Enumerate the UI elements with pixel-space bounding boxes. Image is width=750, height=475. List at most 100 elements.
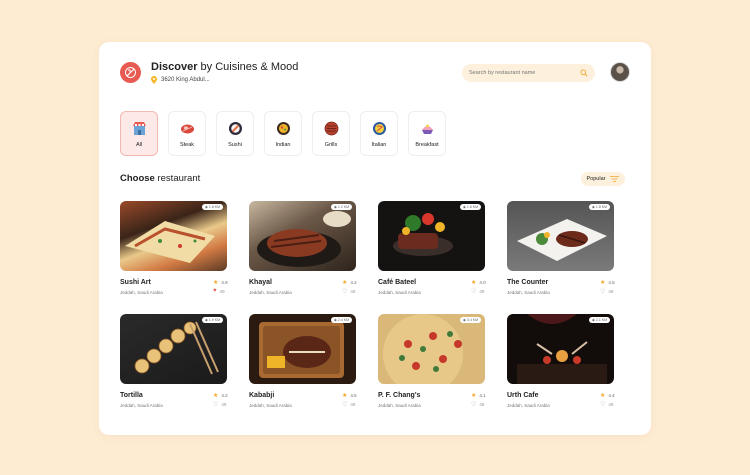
category-label: Breakfast	[415, 142, 439, 148]
restaurant-photo[interactable]: ◉ 1.8 KM	[120, 201, 227, 271]
restaurant-photo[interactable]: ◉ 1.8 KM	[507, 201, 614, 271]
search-icon[interactable]	[580, 69, 588, 77]
favorite-button[interactable]: ♡ 49	[342, 288, 356, 295]
pin-icon: ◉	[591, 205, 595, 209]
restaurant-address: Jeddah, Saudi Arabia	[507, 403, 550, 408]
breakfast-icon	[420, 121, 435, 136]
location-selector[interactable]: 3620 King Abdul...	[151, 76, 210, 84]
restaurant-card-the-counter[interactable]: ◉ 1.8 KM The Counter Jeddah, Saudi Arabia…	[507, 201, 615, 295]
category-all[interactable]: All	[120, 111, 158, 156]
location-text: 3620 King Abdul...	[161, 77, 210, 83]
distance-badge: ◉ 2.1 KM	[588, 317, 610, 323]
pin-icon: ◉	[204, 205, 208, 209]
restaurant-card-khayal[interactable]: ◉ 1.2 KM Khayal Jeddah, Saudi Arabia ★ 4.2…	[249, 201, 357, 295]
rating: ★ 4.4	[600, 393, 615, 399]
favorite-button[interactable]: ♥ 49	[213, 288, 227, 294]
rating: ★ 4.5	[600, 280, 615, 286]
restaurant-photo[interactable]: ◉ 1.9 KM	[120, 314, 227, 384]
heart-outline-icon: ♡	[213, 402, 219, 408]
sort-label: Popular	[586, 176, 606, 182]
restaurant-name: The Counter	[507, 279, 549, 286]
restaurant-card-tortilla[interactable]: ◉ 1.9 KM Tortilla Jeddah, Saudi Arabia ★ 4…	[120, 314, 228, 408]
category-breakfast[interactable]: Breakfast	[408, 111, 446, 156]
heart-outline-icon: ♡	[471, 289, 477, 295]
restaurant-grid: ◉ 1.8 KM Sushi Art Jeddah, Saudi Arabia ★…	[120, 201, 615, 408]
heart-outline-icon: ♡	[471, 402, 477, 408]
restaurant-card-pf-changs[interactable]: ◉ 3.4 KM P. F. Chang's Jeddah, Saudi Arab…	[378, 314, 486, 408]
heart-icon: ♥	[213, 288, 217, 294]
star-icon: ★	[342, 280, 348, 286]
category-italian[interactable]: Italian	[360, 111, 398, 156]
search-input[interactable]	[469, 70, 569, 76]
restaurant-card-urth-cafe[interactable]: ◉ 2.1 KM Urth Cafe Jeddah, Saudi Arabia ★…	[507, 314, 615, 408]
category-sushi[interactable]: Sushi	[216, 111, 254, 156]
distance-badge: ◉ 1.2 KM	[330, 204, 352, 210]
rating: ★ 4.0	[471, 280, 486, 286]
heart-outline-icon: ♡	[600, 289, 606, 295]
star-icon: ★	[600, 280, 606, 286]
restaurant-photo[interactable]: ◉ 1.6 KM	[378, 201, 485, 271]
star-icon: ★	[600, 393, 606, 399]
pin-icon: ◉	[591, 318, 595, 322]
restaurant-photo[interactable]: ◉ 3.4 KM	[378, 314, 485, 384]
distance-badge: ◉ 1.8 KM	[588, 204, 610, 210]
category-indian[interactable]: Indian	[264, 111, 302, 156]
rating: ★ 4.9	[213, 280, 228, 286]
restaurant-photo[interactable]: ◉ 2.1 KM	[507, 314, 614, 384]
restaurant-name: Tortilla	[120, 392, 143, 399]
category-label: Grills	[324, 142, 338, 148]
heart-outline-icon: ♡	[600, 402, 606, 408]
rating: ★ 4.5	[342, 393, 357, 399]
avatar[interactable]	[610, 62, 630, 82]
restaurant-card-sushi-art[interactable]: ◉ 1.8 KM Sushi Art Jeddah, Saudi Arabia ★…	[120, 201, 228, 295]
rating: ★ 4.1	[471, 393, 486, 399]
restaurant-photo[interactable]: ◉ 1.2 KM	[249, 201, 356, 271]
pin-icon: ◉	[333, 318, 337, 322]
main-card: Discover by Cuisines & Mood 3620 King Ab…	[99, 42, 651, 435]
store-icon	[132, 121, 147, 136]
search-bar[interactable]	[462, 64, 595, 82]
category-label: Sushi	[228, 142, 242, 148]
restaurant-name: Khayal	[249, 279, 272, 286]
restaurant-address: Jeddah, Saudi Arabia	[120, 290, 163, 295]
indian-icon	[276, 121, 291, 136]
restaurant-card-cafe-bateel[interactable]: ◉ 1.6 KM Café Bateel Jeddah, Saudi Arabia…	[378, 201, 486, 295]
pin-icon: ◉	[462, 318, 466, 322]
restaurant-address: Jeddah, Saudi Arabia	[378, 290, 421, 295]
favorite-button[interactable]: ♡ 49	[600, 288, 614, 295]
category-label: All	[135, 142, 143, 148]
category-label: Steak	[179, 142, 195, 148]
restaurant-card-kababji[interactable]: ◉ 2.4 KM Kababji Jeddah, Saudi Arabia ★ 4.…	[249, 314, 357, 408]
distance-badge: ◉ 1.9 KM	[201, 317, 223, 323]
favorite-button[interactable]: ♡ 49	[471, 288, 485, 295]
category-label: Indian	[275, 142, 291, 148]
favorite-button[interactable]: ♡ 49	[471, 401, 485, 408]
rating: ★ 4.2	[342, 280, 357, 286]
star-icon: ★	[471, 280, 477, 286]
restaurant-address: Jeddah, Saudi Arabia	[249, 403, 292, 408]
category-list: All Steak Sushi Indian Grills Italian Br…	[120, 111, 446, 156]
restaurant-photo[interactable]: ◉ 2.4 KM	[249, 314, 356, 384]
restaurant-name: P. F. Chang's	[378, 392, 421, 399]
favorite-button[interactable]: ♡ 49	[342, 401, 356, 408]
restaurant-name: Sushi Art	[120, 279, 151, 286]
app-logo-icon[interactable]	[120, 62, 141, 83]
star-icon: ★	[342, 393, 348, 399]
star-icon: ★	[213, 280, 219, 286]
grills-icon	[324, 121, 339, 136]
restaurant-address: Jeddah, Saudi Arabia	[507, 290, 550, 295]
heart-outline-icon: ♡	[342, 402, 348, 408]
restaurant-name: Kababji	[249, 392, 275, 399]
favorite-button[interactable]: ♡ 49	[213, 401, 227, 408]
sort-dropdown[interactable]: Popular	[581, 172, 625, 186]
favorite-button[interactable]: ♡ 49	[600, 401, 614, 408]
page-title: Discover by Cuisines & Mood	[151, 61, 299, 73]
category-steak[interactable]: Steak	[168, 111, 206, 156]
sort-icon	[610, 176, 620, 182]
star-icon: ★	[213, 393, 219, 399]
heart-outline-icon: ♡	[342, 289, 348, 295]
restaurant-name: Urth Cafe	[507, 392, 539, 399]
distance-badge: ◉ 1.6 KM	[459, 204, 481, 210]
star-icon: ★	[471, 393, 477, 399]
category-grills[interactable]: Grills	[312, 111, 350, 156]
